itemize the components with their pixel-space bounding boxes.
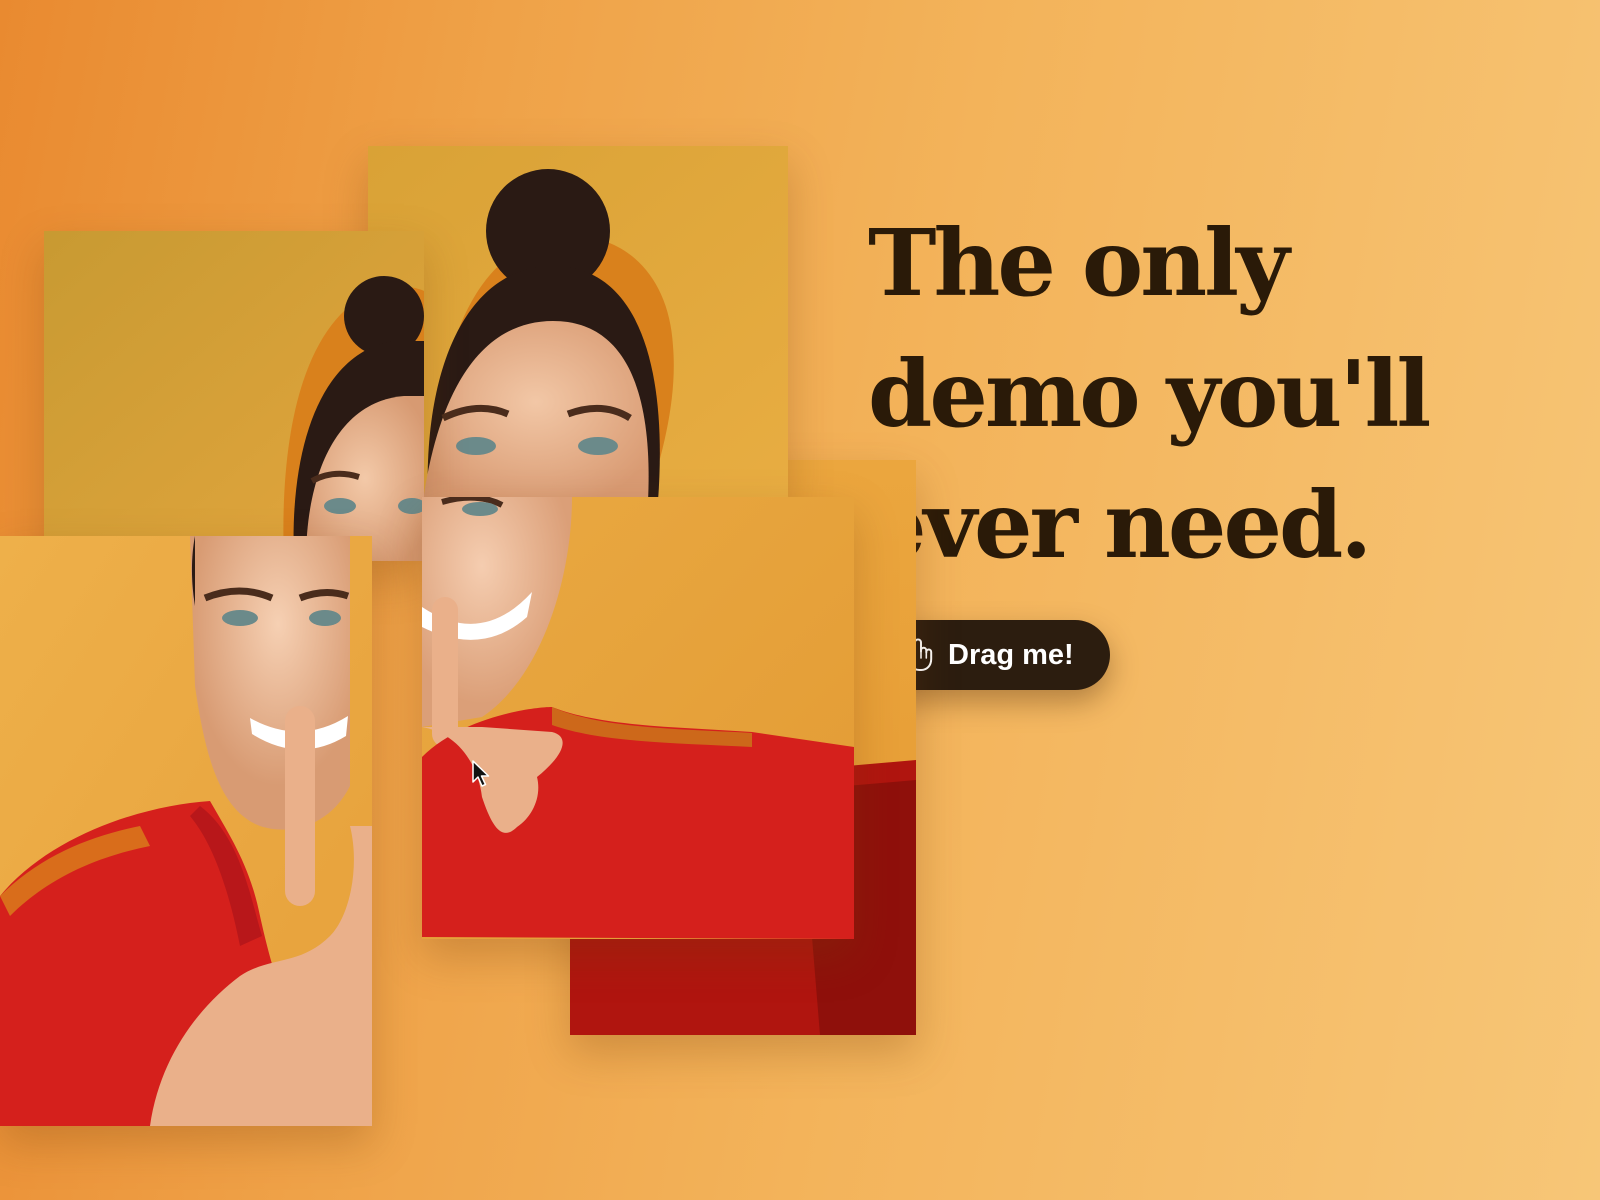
headline-line-1: The only xyxy=(868,209,1290,317)
hero-headline: The only demo you'll ever need. xyxy=(868,198,1568,591)
portrait-fragment-image xyxy=(44,231,424,561)
hero-stage: The only demo you'll ever need. Drag me! xyxy=(0,0,1600,1200)
photo-tile-top-right[interactable] xyxy=(368,146,788,501)
headline-line-2: demo you'll xyxy=(868,340,1431,448)
photo-tile-top-left[interactable] xyxy=(44,231,424,561)
portrait-fragment-image xyxy=(0,536,372,1126)
portrait-fragment-image xyxy=(422,497,854,939)
mouse-pointer-icon xyxy=(472,760,490,787)
photo-tile-bottom-left[interactable] xyxy=(0,536,372,1126)
photo-tile-center[interactable] xyxy=(422,497,854,939)
portrait-fragment-image xyxy=(368,146,788,501)
headline-line-3: ever need. xyxy=(868,471,1372,579)
drag-me-label: Drag me! xyxy=(948,638,1074,671)
